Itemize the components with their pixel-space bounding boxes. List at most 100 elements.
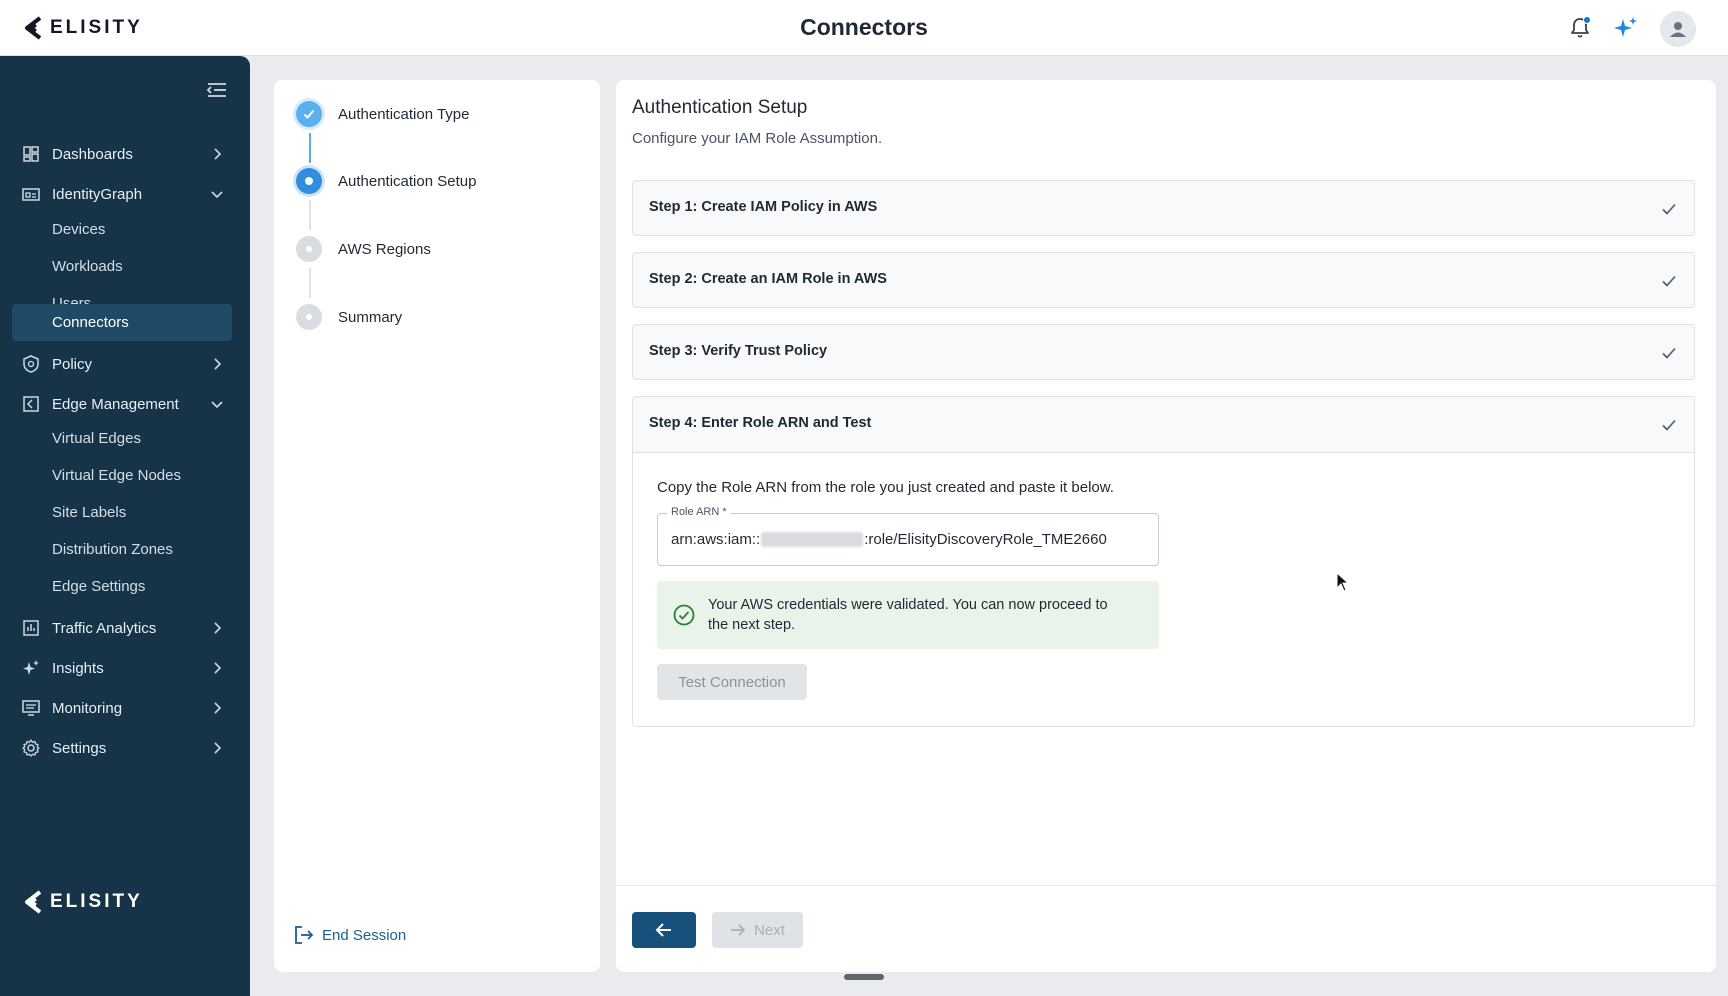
accordion-step-4: Step 4: Enter Role ARN and Test Copy the… xyxy=(632,396,1695,727)
sidebar-item-edge-management[interactable]: Edge Management xyxy=(12,386,232,422)
arrow-left-icon xyxy=(655,923,671,937)
sidebar-item-dashboards[interactable]: Dashboards xyxy=(12,136,232,172)
sidebar-item-label: Dashboards xyxy=(52,145,133,163)
sidebar-item-label: Insights xyxy=(52,659,104,677)
wizard-stepper: Authentication Type Authentication Setup… xyxy=(274,80,600,972)
sidebar-item-settings[interactable]: Settings xyxy=(12,730,232,766)
sidebar-item-distribution-zones[interactable]: Distribution Zones xyxy=(12,531,232,568)
back-button[interactable] xyxy=(632,912,696,948)
accordion-header[interactable]: Step 4: Enter Role ARN and Test xyxy=(633,397,1694,453)
step-aws-regions[interactable]: AWS Regions xyxy=(296,236,431,262)
check-icon xyxy=(1662,419,1676,431)
monitor-icon xyxy=(20,697,42,719)
section-subtitle: Configure your IAM Role Assumption. xyxy=(632,130,883,147)
sidebar-item-identitygraph[interactable]: IdentityGraph xyxy=(12,176,232,212)
accordion-step-2[interactable]: Step 2: Create an IAM Role in AWS xyxy=(632,252,1695,308)
footer-divider xyxy=(616,885,1716,886)
redacted-account-id xyxy=(761,532,864,547)
role-arn-label: Role ARN * xyxy=(667,506,731,518)
step-pending-icon xyxy=(296,304,322,330)
sidebar-item-label: Monitoring xyxy=(52,699,123,717)
arrow-right-icon xyxy=(731,924,746,936)
page-title: Connectors xyxy=(800,14,928,40)
main-panel: Authentication Setup Configure your IAM … xyxy=(616,80,1716,972)
dashboard-grid-icon xyxy=(20,143,42,165)
step-connector-line xyxy=(309,133,311,163)
sparkle-icon xyxy=(20,657,42,679)
elisity-footer-logo: ELISITY xyxy=(22,890,143,914)
elisity-logo-mark-icon xyxy=(25,890,42,914)
notification-dot xyxy=(1583,16,1591,24)
accordion-title: Step 3: Verify Trust Policy xyxy=(649,343,828,359)
top-header: ELISITY Connectors xyxy=(0,0,1728,56)
check-icon xyxy=(1662,275,1676,287)
chevron-right-icon xyxy=(214,662,222,674)
sidebar-item-label: Traffic Analytics xyxy=(52,619,157,637)
sidebar-item-virtual-edges[interactable]: Virtual Edges xyxy=(12,420,232,457)
user-avatar[interactable] xyxy=(1660,11,1696,47)
sidebar-item-policy[interactable]: Policy xyxy=(12,346,232,382)
accordion-step-1[interactable]: Step 1: Create IAM Policy in AWS xyxy=(632,180,1695,236)
next-button[interactable]: Next xyxy=(712,912,803,948)
sidebar-item-label: Policy xyxy=(52,355,93,373)
chart-icon xyxy=(20,617,42,639)
test-connection-button[interactable]: Test Connection xyxy=(657,664,807,700)
sidebar-item-connectors[interactable]: Connectors xyxy=(12,304,232,341)
instruction-text: Copy the Role ARN from the role you just… xyxy=(657,479,1114,496)
identity-graph-icon xyxy=(20,183,42,205)
step-connector-line xyxy=(309,268,311,298)
sidebar-item-site-labels[interactable]: Site Labels xyxy=(12,494,232,531)
collapse-sidebar-icon[interactable] xyxy=(206,80,228,100)
sidebar-item-edge-settings[interactable]: Edge Settings xyxy=(12,568,232,605)
step-label: Authentication Setup xyxy=(338,172,477,190)
sidebar-item-label: IdentityGraph xyxy=(52,185,143,203)
sidebar-item-monitoring[interactable]: Monitoring xyxy=(12,690,232,726)
accordion-title: Step 1: Create IAM Policy in AWS xyxy=(649,199,878,215)
step-current-icon xyxy=(296,168,322,194)
sparkle-icon xyxy=(1614,17,1637,37)
step-authentication-type[interactable]: Authentication Type xyxy=(296,101,469,127)
mouse-cursor-icon xyxy=(1336,572,1350,592)
chevron-right-icon xyxy=(214,148,222,160)
end-session-label: End Session xyxy=(322,926,407,944)
user-icon xyxy=(1670,22,1686,37)
end-session-link[interactable]: End Session xyxy=(294,925,406,945)
step-label: AWS Regions xyxy=(338,240,431,258)
arn-prefix: arn:aws:iam:: xyxy=(671,531,761,548)
sidebar-item-traffic-analytics[interactable]: Traffic Analytics xyxy=(12,610,232,646)
resize-handle[interactable] xyxy=(844,974,884,980)
check-icon xyxy=(1662,203,1676,215)
accordion-title: Step 4: Enter Role ARN and Test xyxy=(649,415,872,431)
arn-suffix: :role/ElisityDiscoveryRole_TME2660 xyxy=(864,531,1107,548)
shield-icon xyxy=(20,353,42,375)
chevron-right-icon xyxy=(214,742,222,754)
accordion-title: Step 2: Create an IAM Role in AWS xyxy=(649,271,887,287)
step-label: Authentication Type xyxy=(338,105,470,123)
sidebar-item-workloads[interactable]: Workloads xyxy=(12,248,232,285)
check-icon xyxy=(1662,347,1676,359)
gear-icon xyxy=(20,737,42,759)
chevron-right-icon xyxy=(214,358,222,370)
ai-assistant-button[interactable] xyxy=(1610,12,1642,44)
check-circle-icon xyxy=(673,604,695,626)
success-alert: Your AWS credentials were validated. You… xyxy=(657,581,1159,649)
sidebar-item-label: Settings xyxy=(52,739,107,757)
sidebar: Dashboards IdentityGraph Devices Workloa… xyxy=(0,56,250,996)
sidebar-item-insights[interactable]: Insights xyxy=(12,650,232,686)
chevron-down-icon xyxy=(211,401,223,409)
sidebar-item-devices[interactable]: Devices xyxy=(12,211,232,248)
next-label: Next xyxy=(754,921,785,939)
brand-name: ELISITY xyxy=(50,891,143,912)
step-summary[interactable]: Summary xyxy=(296,304,402,330)
sidebar-item-virtual-edge-nodes[interactable]: Virtual Edge Nodes xyxy=(12,457,232,494)
chevron-right-icon xyxy=(214,622,222,634)
step-pending-icon xyxy=(296,236,322,262)
logout-icon xyxy=(295,926,314,944)
notifications-button[interactable] xyxy=(1564,12,1596,44)
role-arn-value: arn:aws:iam:: :role/ElisityDiscoveryRole… xyxy=(671,531,1107,548)
role-arn-field[interactable]: Role ARN * arn:aws:iam:: :role/ElisityDi… xyxy=(657,506,1159,566)
accordion-step-3[interactable]: Step 3: Verify Trust Policy xyxy=(632,324,1695,380)
chevron-right-icon xyxy=(214,702,222,714)
step-connector-line xyxy=(309,200,311,230)
step-authentication-setup[interactable]: Authentication Setup xyxy=(296,168,476,194)
